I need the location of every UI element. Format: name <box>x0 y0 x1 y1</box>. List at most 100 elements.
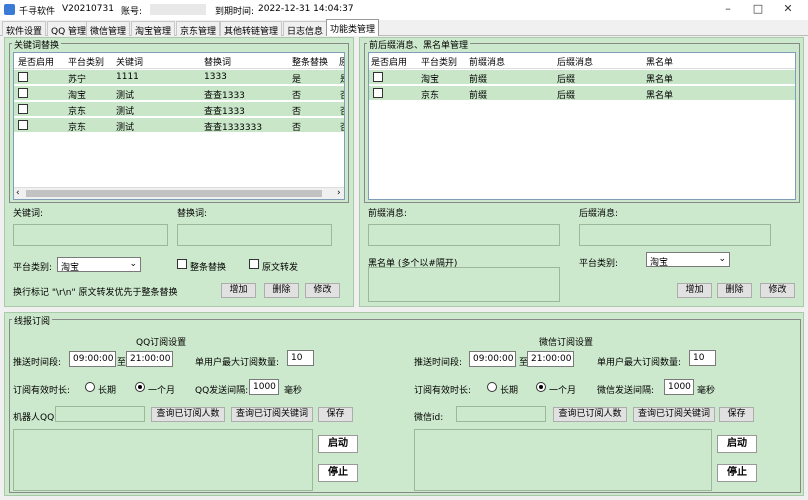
wx-month-label: 一个月 <box>549 386 577 396</box>
platform-select[interactable]: 淘宝 ⌄ <box>57 257 141 273</box>
tab-other-links[interactable]: 其他转链管理 <box>220 21 283 37</box>
qq-subscribe-title: QQ订阅设置 <box>136 338 187 348</box>
wx-long-radio[interactable] <box>487 382 497 392</box>
wx-month-radio[interactable] <box>536 382 546 392</box>
cell: 京东 <box>68 107 87 117</box>
prefix-blacklist-panel: 前后缀消息、黑名单管理 是否启用 平台类别 前缀消息 后缀消息 黑名单 淘宝 前… <box>359 37 804 307</box>
maximize-icon[interactable]: □ <box>750 2 766 16</box>
prefix-input[interactable] <box>368 224 560 246</box>
horizontal-scrollbar[interactable]: ‹ › <box>14 187 344 199</box>
row-enabled-checkbox[interactable] <box>18 104 28 114</box>
account-redacted <box>150 4 206 15</box>
wx-query-keywords-button[interactable]: 查询已订阅关键词 <box>633 407 715 422</box>
qq-query-users-button[interactable]: 查询已订阅人数 <box>151 407 225 422</box>
col-replace[interactable]: 替换词 <box>204 55 231 68</box>
replace-input[interactable] <box>177 224 332 246</box>
qq-query-keywords-button[interactable]: 查询已订阅关键词 <box>231 407 313 422</box>
whole-replace-checkbox[interactable] <box>177 259 187 269</box>
platform-select[interactable]: 淘宝 ⌄ <box>646 252 730 268</box>
wx-start-time[interactable]: 09:00:00 <box>469 351 516 367</box>
col-prefix[interactable]: 前缀消息 <box>469 55 505 68</box>
table-row[interactable]: 京东 测试 查查1333 否 否 <box>14 102 344 117</box>
col-platform[interactable]: 平台类别 <box>421 55 457 68</box>
prefix-delete-button[interactable]: 删除 <box>717 283 752 298</box>
row-enabled-checkbox[interactable] <box>18 72 28 82</box>
wx-query-users-button[interactable]: 查询已订阅人数 <box>553 407 627 422</box>
tab-logs[interactable]: 日志信息 <box>283 21 328 37</box>
table-row[interactable]: 淘宝 测试 查查1333 否 否 <box>14 86 344 101</box>
col-whole-replace[interactable]: 整条替换 <box>292 55 328 68</box>
tab-taobao[interactable]: 淘宝管理 <box>131 21 176 37</box>
expire-value: 2022-12-31 14:04:37 <box>258 4 354 14</box>
wx-log-area <box>414 429 712 491</box>
cell: 淘宝 <box>68 91 87 101</box>
suffix-input[interactable] <box>579 224 771 246</box>
qq-max-input[interactable]: 10 <box>287 350 314 366</box>
row-enabled-checkbox[interactable] <box>373 88 383 98</box>
keyword-input[interactable] <box>13 224 168 246</box>
col-suffix[interactable]: 后缀消息 <box>557 55 593 68</box>
qq-long-radio[interactable] <box>85 382 95 392</box>
scroll-left-icon[interactable]: ‹ <box>16 188 20 198</box>
tab-strip: 软件设置 QQ 管理 微信管理 淘宝管理 京东管理 其他转链管理 日志信息 功能… <box>0 19 808 37</box>
table-row[interactable]: 京东 前缀 后缀 黑名单 <box>369 86 795 101</box>
col-enabled[interactable]: 是否启用 <box>371 55 407 68</box>
qq-interval-label: QQ发送间隔: <box>195 386 249 396</box>
keyword-grid[interactable]: 是否启用 平台类别 关键词 替换词 整条替换 原 苏宁 1111 1333 是 … <box>13 52 345 200</box>
qq-start-time[interactable]: 09:00:00 <box>69 351 116 367</box>
blacklist-input[interactable] <box>368 267 560 302</box>
tab-software-settings[interactable]: 软件设置 <box>2 21 47 37</box>
col-original[interactable]: 原 <box>339 55 344 68</box>
qq-save-button[interactable]: 保存 <box>318 407 353 422</box>
qq-robot-input[interactable] <box>55 406 145 422</box>
col-blacklist[interactable]: 黑名单 <box>646 55 673 68</box>
cell: 苏宁 <box>68 75 87 85</box>
wx-stop-button[interactable]: 停止 <box>717 464 757 482</box>
close-icon[interactable]: ✕ <box>780 2 796 16</box>
keyword-delete-button[interactable]: 删除 <box>264 283 299 298</box>
row-enabled-checkbox[interactable] <box>18 88 28 98</box>
table-row[interactable]: 苏宁 1111 1333 是 是 <box>14 70 344 85</box>
keyword-modify-button[interactable]: 修改 <box>305 283 340 298</box>
qq-end-time[interactable]: 21:00:00 <box>126 351 173 367</box>
cell: 后缀 <box>557 91 576 101</box>
tab-qq[interactable]: QQ 管理 <box>47 21 91 37</box>
prefix-add-button[interactable]: 增加 <box>677 283 712 298</box>
col-enabled[interactable]: 是否启用 <box>18 55 54 68</box>
cell: 黑名单 <box>646 75 674 85</box>
minimize-icon[interactable]: – <box>720 2 736 16</box>
qq-interval-input[interactable]: 1000 <box>249 379 279 395</box>
original-forward-checkbox[interactable] <box>249 259 259 269</box>
scroll-right-icon[interactable]: › <box>337 188 341 198</box>
wx-save-button[interactable]: 保存 <box>719 407 754 422</box>
keyword-replace-title: 关键词替换 <box>12 38 62 51</box>
wx-end-time[interactable]: 21:00:00 <box>527 351 574 367</box>
wx-start-button[interactable]: 启动 <box>717 435 757 453</box>
col-keyword[interactable]: 关键词 <box>116 55 143 68</box>
wx-interval-input[interactable]: 1000 <box>664 379 694 395</box>
cell: 否 <box>340 120 344 133</box>
tab-wechat[interactable]: 微信管理 <box>86 21 131 37</box>
row-enabled-checkbox[interactable] <box>373 72 383 82</box>
prefix-modify-button[interactable]: 修改 <box>760 283 795 298</box>
chevron-down-icon: ⌄ <box>718 254 726 264</box>
wx-long-label: 长期 <box>500 386 519 396</box>
table-row[interactable]: 淘宝 前缀 后缀 黑名单 <box>369 70 795 85</box>
scroll-thumb[interactable] <box>26 190 322 197</box>
keyword-add-button[interactable]: 增加 <box>221 283 256 298</box>
prefix-grid[interactable]: 是否启用 平台类别 前缀消息 后缀消息 黑名单 淘宝 前缀 后缀 黑名单 京东 … <box>368 52 796 200</box>
tab-jd[interactable]: 京东管理 <box>176 21 221 37</box>
qq-month-radio[interactable] <box>135 382 145 392</box>
qq-start-button[interactable]: 启动 <box>318 435 358 453</box>
qq-stop-button[interactable]: 停止 <box>318 464 358 482</box>
subscribe-title: 线报订阅 <box>12 314 53 327</box>
wx-interval-label: 微信发送间隔: <box>597 386 655 396</box>
wx-robot-input[interactable] <box>456 406 546 422</box>
wx-max-input[interactable]: 10 <box>689 350 716 366</box>
col-platform[interactable]: 平台类别 <box>68 55 104 68</box>
row-enabled-checkbox[interactable] <box>18 120 28 130</box>
replace-label: 替换词: <box>177 209 208 219</box>
qq-month-label: 一个月 <box>148 386 176 396</box>
tab-function[interactable]: 功能类管理 <box>326 19 380 36</box>
table-row[interactable]: 京东 测试 查查1333333 否 否 <box>14 118 344 133</box>
